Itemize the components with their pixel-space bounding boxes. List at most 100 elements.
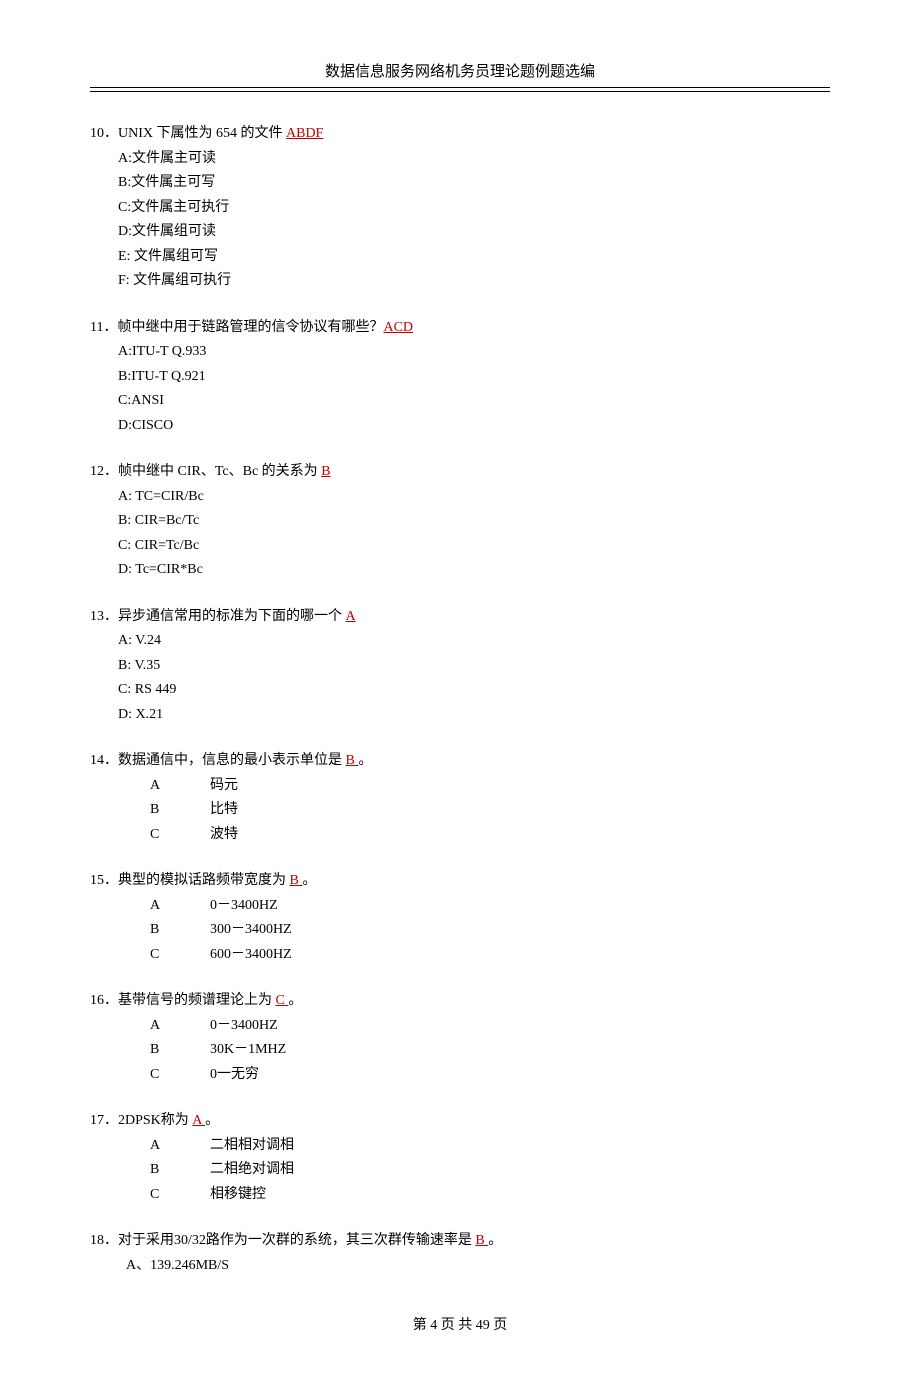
question-after: 。 [205,1113,219,1128]
option-value: 30K－1MHZ [210,1038,286,1063]
question-stem: 帧中继中用于链路管理的信令协议有哪些？ [117,320,383,335]
option-value: 相移键控 [210,1183,266,1208]
option: B:文件属主可写 [90,171,830,196]
footer-page: 4 [430,1318,437,1333]
question-text: 14．数据通信中，信息的最小表示单位是 B 。 [90,749,830,774]
option: C:文件属主可执行 [90,196,830,221]
question: 17．2DPSK称为 A 。A二相相对调相B二相绝对调相C相移键控 [90,1109,830,1207]
option: A0－3400HZ [90,1014,830,1039]
footer-total: 49 [476,1318,490,1333]
option: A、139.246MB/S [90,1254,830,1279]
question-text: 18．对于采用30/32路作为一次群的系统，其三次群传输速率是 B 。 [90,1229,830,1254]
question-number: 10． [90,126,118,141]
question-after: 。 [302,873,316,888]
option: A: TC=CIR/Bc [90,485,830,510]
question: 13．异步通信常用的标准为下面的哪一个 AA: V.24B: V.35C: RS… [90,605,830,728]
option: A:ITU-T Q.933 [90,340,830,365]
option: C600－3400HZ [90,943,830,968]
option-letter: C [150,943,210,968]
question: 12．帧中继中 CIR、Tc、Bc 的关系为 BA: TC=CIR/BcB: C… [90,460,830,583]
option-value: 300－3400HZ [210,918,292,943]
question: 14．数据通信中，信息的最小表示单位是 B 。A码元B比特C波特 [90,749,830,847]
option: C波特 [90,823,830,848]
option: A0－3400HZ [90,894,830,919]
option: B30K－1MHZ [90,1038,830,1063]
option-letter: B [150,918,210,943]
option-value: 0－3400HZ [210,1014,278,1039]
option-value: 二相绝对调相 [210,1158,294,1183]
option-letter: B [150,1038,210,1063]
question-number: 14． [90,753,118,768]
question-stem: 2DPSK称为 [118,1113,192,1128]
question-number: 11． [90,320,117,335]
question-number: 16． [90,993,118,1008]
option: D: X.21 [90,703,830,728]
answer: C [276,993,289,1008]
answer: A [192,1113,205,1128]
document-page: 数据信息服务网络机务员理论题例题选编 10．UNIX 下属性为 654 的文件 … [0,0,920,1374]
option-value: 0一无穷 [210,1063,259,1088]
question-text: 12．帧中继中 CIR、Tc、Bc 的关系为 B [90,460,830,485]
option: B300－3400HZ [90,918,830,943]
option: B二相绝对调相 [90,1158,830,1183]
answer: B [290,873,303,888]
option-letter: B [150,1158,210,1183]
option: B: CIR=Bc/Tc [90,509,830,534]
option: F: 文件属组可执行 [90,269,830,294]
header-underline [90,91,830,92]
option: C: RS 449 [90,678,830,703]
option-value: 比特 [210,798,238,823]
option: B比特 [90,798,830,823]
footer-mid: 页 共 [437,1318,476,1333]
question-text: 10．UNIX 下属性为 654 的文件 ABDF [90,122,830,147]
question: 15．典型的模拟话路频带宽度为 B 。A0－3400HZB300－3400HZC… [90,869,830,967]
question-after: 。 [358,753,372,768]
question-after: 。 [488,1233,502,1248]
option-letter: C [150,1183,210,1208]
option: B:ITU-T Q.921 [90,365,830,390]
footer-suffix: 页 [490,1318,508,1333]
answer: A [346,609,356,624]
question-stem: 对于采用30/32路作为一次群的系统，其三次群传输速率是 [118,1233,475,1248]
question-stem: 异步通信常用的标准为下面的哪一个 [118,609,346,624]
option: E: 文件属组可写 [90,245,830,270]
option-value: 码元 [210,774,238,799]
question-stem: UNIX 下属性为 654 的文件 [118,126,286,141]
option: B: V.35 [90,654,830,679]
question-stem: 基带信号的频谱理论上为 [118,993,276,1008]
question-after: 。 [288,993,302,1008]
question-stem: 典型的模拟话路频带宽度为 [118,873,290,888]
question-number: 18． [90,1233,118,1248]
option-letter: B [150,798,210,823]
answer: B [475,1233,488,1248]
questions-container: 10．UNIX 下属性为 654 的文件 ABDFA:文件属主可读B:文件属主可… [90,122,830,1278]
answer: B [346,753,359,768]
answer: B [321,464,330,479]
question-text: 11．帧中继中用于链路管理的信令协议有哪些？ACD [90,316,830,341]
question-stem: 数据通信中，信息的最小表示单位是 [118,753,346,768]
option: D: Tc=CIR*Bc [90,558,830,583]
option: C相移键控 [90,1183,830,1208]
question-text: 15．典型的模拟话路频带宽度为 B 。 [90,869,830,894]
answer: ACD [383,320,413,335]
option-value: 0－3400HZ [210,894,278,919]
option: A二相相对调相 [90,1134,830,1159]
option: A: V.24 [90,629,830,654]
answer: ABDF [286,126,323,141]
question: 16．基带信号的频谱理论上为 C 。A0－3400HZB30K－1MHZ C 0一无… [90,989,830,1087]
option: D:CISCO [90,414,830,439]
question: 11．帧中继中用于链路管理的信令协议有哪些？ACDA:ITU-T Q.933B:… [90,316,830,439]
question-text: 13．异步通信常用的标准为下面的哪一个 A [90,605,830,630]
option-value: 600－3400HZ [210,943,292,968]
question-number: 13． [90,609,118,624]
option-letter: C [150,823,210,848]
question-number: 12． [90,464,118,479]
question: 18．对于采用30/32路作为一次群的系统，其三次群传输速率是 B 。A、139… [90,1229,830,1278]
option-letter: A [150,894,210,919]
option: C: CIR=Tc/Bc [90,534,830,559]
option-letter: A [150,774,210,799]
option: D:文件属组可读 [90,220,830,245]
question-text: 16．基带信号的频谱理论上为 C 。 [90,989,830,1014]
option: C:ANSI [90,389,830,414]
option-letter: A [150,1134,210,1159]
